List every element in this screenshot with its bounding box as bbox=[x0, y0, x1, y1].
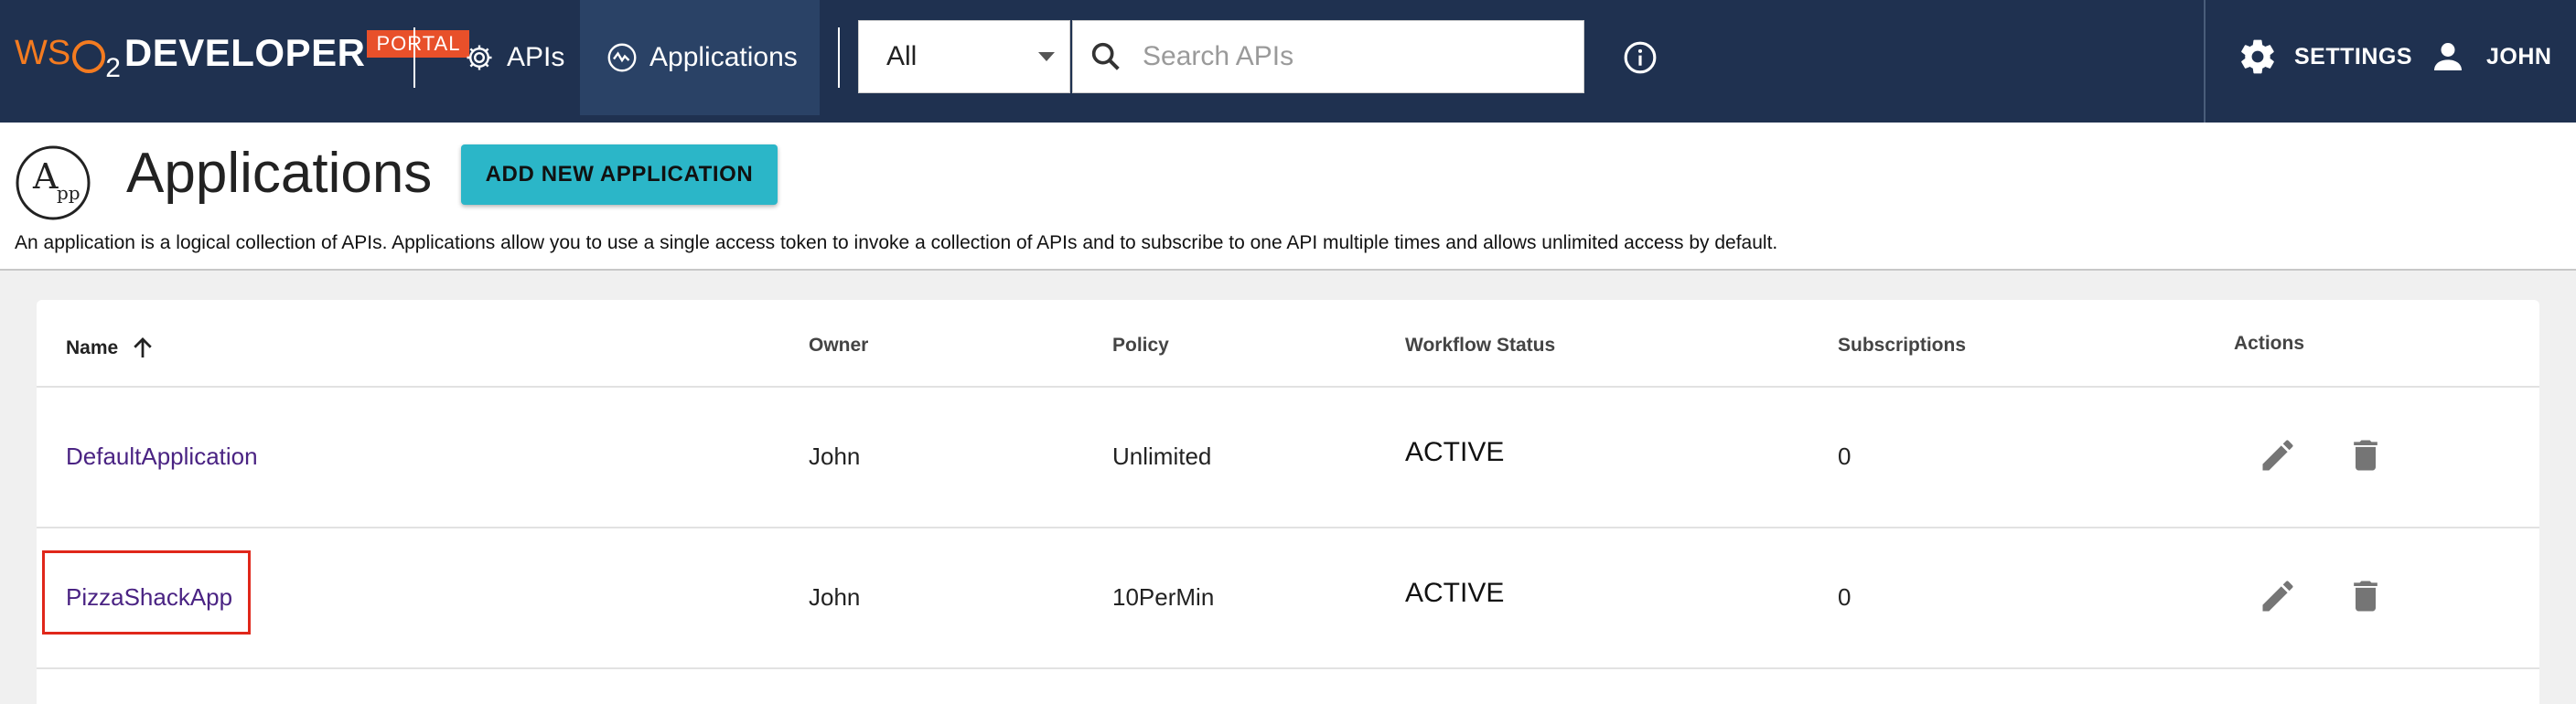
nav-applications-label: Applications bbox=[649, 42, 798, 72]
apis-gear-icon bbox=[467, 45, 492, 70]
edit-pencil-icon[interactable] bbox=[2258, 576, 2298, 616]
column-header-workflow-status[interactable]: Workflow Status bbox=[1405, 335, 1555, 357]
search-filter-value: All bbox=[886, 41, 918, 71]
table-divider bbox=[37, 527, 2539, 528]
applications-logo-icon: A pp bbox=[16, 145, 91, 220]
chevron-down-icon bbox=[1038, 52, 1055, 61]
page-description: An application is a logical collection o… bbox=[15, 232, 1778, 253]
delete-trash-icon[interactable] bbox=[2345, 435, 2386, 475]
application-subscriptions: 0 bbox=[1838, 583, 1852, 611]
svg-text:A: A bbox=[32, 156, 59, 197]
add-new-application-button[interactable]: ADD NEW APPLICATION bbox=[461, 144, 778, 205]
search-icon bbox=[1091, 42, 1120, 70]
info-icon[interactable] bbox=[1623, 40, 1658, 75]
settings-button[interactable]: SETTINGS bbox=[2238, 33, 2412, 80]
wso2-developer-portal-logo[interactable]: WS 2 DEVELOPER PORTAL bbox=[15, 26, 470, 83]
sort-ascending-icon[interactable] bbox=[129, 335, 156, 362]
column-header-subscriptions[interactable]: Subscriptions bbox=[1838, 335, 1966, 357]
search-input[interactable] bbox=[1143, 41, 1563, 72]
logo-brand-sub: 2 bbox=[105, 52, 121, 83]
column-header-name-label: Name bbox=[66, 337, 119, 358]
nav-applications[interactable]: Applications bbox=[580, 0, 820, 115]
nav-apis[interactable]: APIs bbox=[445, 0, 583, 115]
application-subscriptions: 0 bbox=[1838, 443, 1852, 470]
application-policy: 10PerMin bbox=[1112, 583, 1215, 611]
search-box[interactable] bbox=[1072, 20, 1584, 93]
table-divider bbox=[37, 667, 2539, 669]
user-icon bbox=[2434, 43, 2462, 70]
gear-icon bbox=[2241, 39, 2274, 74]
application-workflow-status: ACTIVE bbox=[1405, 578, 1505, 608]
application-name-link[interactable]: DefaultApplication bbox=[66, 443, 258, 471]
column-header-owner[interactable]: Owner bbox=[809, 335, 868, 357]
column-header-name[interactable]: Name bbox=[66, 335, 156, 362]
table-divider bbox=[37, 386, 2539, 388]
application-owner: John bbox=[809, 583, 861, 611]
logo-wso2-mark: WS 2 bbox=[15, 33, 121, 83]
settings-label: SETTINGS bbox=[2294, 43, 2413, 69]
nav-apis-label: APIs bbox=[507, 42, 565, 72]
nav-divider bbox=[838, 27, 840, 88]
column-header-actions: Actions bbox=[2234, 333, 2305, 354]
column-header-policy[interactable]: Policy bbox=[1112, 335, 1169, 357]
logo-brand-left: WS bbox=[15, 33, 71, 72]
application-policy: Unlimited bbox=[1112, 443, 1212, 470]
logo-circle-icon bbox=[72, 39, 106, 73]
application-owner: John bbox=[809, 443, 861, 470]
page-title: Applications bbox=[126, 142, 433, 205]
search-filter-select[interactable]: All bbox=[858, 20, 1070, 93]
user-label: JOHN bbox=[2486, 43, 2552, 69]
svg-text:pp: pp bbox=[57, 182, 80, 204]
applications-table bbox=[37, 300, 2539, 704]
nav-divider bbox=[413, 27, 415, 88]
edit-pencil-icon[interactable] bbox=[2258, 435, 2298, 475]
delete-trash-icon[interactable] bbox=[2345, 576, 2386, 616]
logo-product-name: DEVELOPER bbox=[123, 31, 366, 74]
user-menu-button[interactable]: JOHN bbox=[2430, 33, 2551, 80]
applications-icon bbox=[607, 43, 637, 72]
highlight-box bbox=[42, 550, 251, 635]
top-navigation-bar: WS 2 DEVELOPER PORTAL APIs Applications … bbox=[0, 0, 2576, 123]
application-workflow-status: ACTIVE bbox=[1405, 437, 1505, 467]
nav-divider-right bbox=[2204, 0, 2206, 123]
